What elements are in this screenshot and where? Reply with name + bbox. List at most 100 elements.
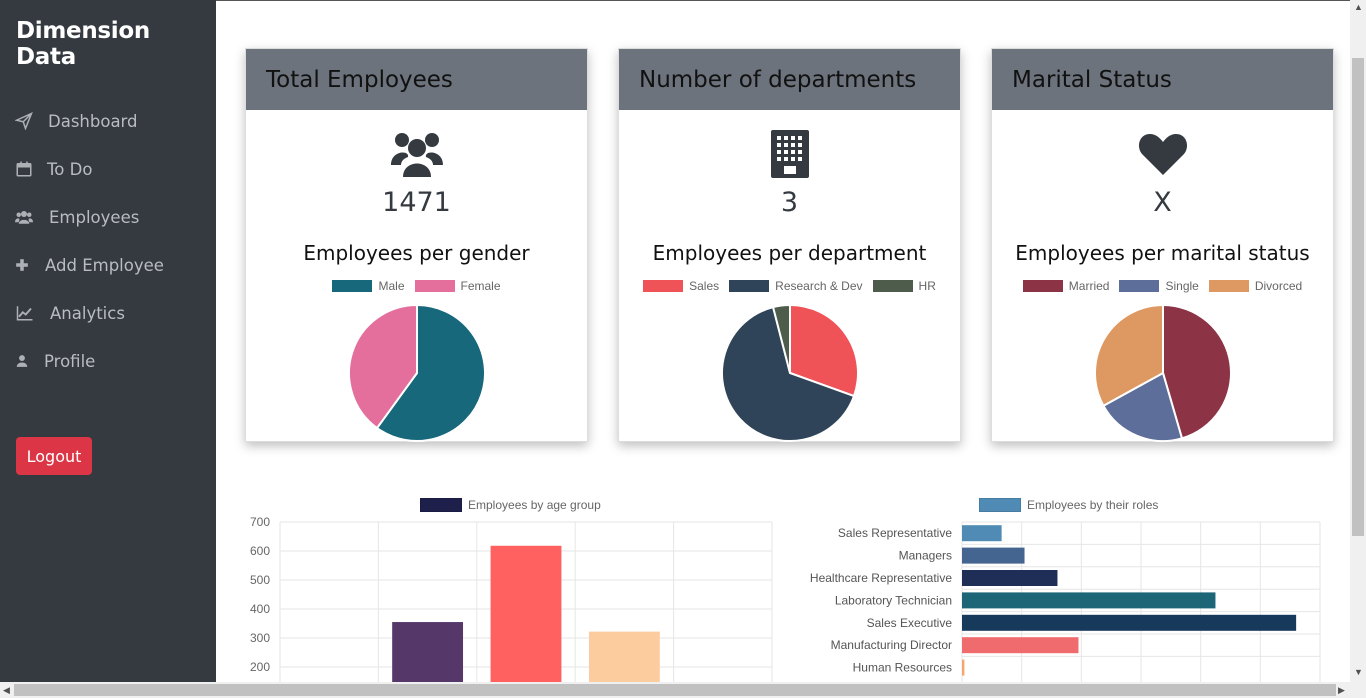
nav-dashboard-label: Dashboard: [48, 111, 138, 131]
nav-employees[interactable]: Employees: [15, 203, 139, 231]
legend-swatch: [729, 280, 770, 292]
brand-title[interactable]: Dimension Data: [16, 18, 216, 70]
bar[interactable]: [588, 631, 660, 682]
legend-label: Sales: [689, 279, 720, 293]
scroll-left-icon[interactable]: ◀: [3, 685, 10, 696]
scroll-down-icon[interactable]: ▼: [1354, 667, 1363, 677]
nav-dashboard[interactable]: Dashboard: [15, 107, 138, 135]
y-tick-label: Sales Executive: [867, 616, 953, 630]
legend-swatch: [1119, 280, 1160, 292]
y-tick-label: Manufacturing Director: [831, 638, 952, 652]
scroll-right-icon[interactable]: ▶: [1338, 685, 1345, 696]
chart-title: Employees per marital status: [1015, 241, 1310, 265]
chart-title: Employees per gender: [303, 241, 530, 265]
y-tick-label: Managers: [899, 549, 952, 563]
vertical-scrollbar-thumb[interactable]: [1352, 58, 1364, 536]
legend-label: Single: [1165, 279, 1199, 293]
bar[interactable]: [962, 525, 1002, 542]
user-icon: [16, 355, 28, 367]
y-tick-label: 300: [250, 631, 270, 645]
legend-label: Female: [460, 279, 501, 293]
bar[interactable]: [962, 570, 1058, 586]
bar[interactable]: [962, 614, 1297, 631]
card-title: Marital Status: [992, 49, 1333, 110]
legend-label: Married: [1068, 279, 1110, 293]
users-icon: [390, 133, 443, 177]
nav-analytics-label: Analytics: [50, 303, 125, 323]
card-marital-status: Marital Status X Employees per marital s…: [991, 48, 1334, 442]
roles-chart-legend[interactable]: Employees by their roles: [979, 498, 1158, 512]
sidebar: Dimension Data Dashboard To Do Employees…: [0, 0, 216, 698]
users-icon: [15, 211, 33, 224]
bar[interactable]: [962, 547, 1025, 564]
nav-todo[interactable]: To Do: [15, 155, 92, 183]
nav-analytics[interactable]: Analytics: [15, 299, 125, 327]
pie-chart-gender: [347, 303, 486, 442]
y-tick-label: 500: [250, 573, 270, 587]
nav-employees-label: Employees: [49, 207, 140, 227]
bar[interactable]: [392, 622, 464, 682]
y-tick-label: 600: [250, 544, 270, 558]
y-tick-label: Laboratory Technician: [835, 593, 952, 607]
building-icon: [770, 130, 809, 178]
age-group-bar-chart: 700 600 500 400 300 200: [250, 515, 773, 682]
departments-value: 3: [780, 187, 799, 218]
nav-add-employee[interactable]: Add Employee: [15, 251, 164, 279]
y-tick-label: 700: [250, 515, 270, 529]
y-tick-label: Human Resources: [853, 661, 952, 675]
legend-label: Employees by their roles: [1027, 498, 1159, 512]
legend-swatch: [643, 280, 684, 292]
legend-label: HR: [918, 279, 936, 293]
legend-swatch: [420, 498, 462, 512]
chart-legend: Sales Research & Dev HR: [619, 279, 960, 293]
card-title: Total Employees: [246, 49, 587, 110]
legend-item[interactable]: Single: [1119, 279, 1199, 293]
bar[interactable]: [490, 545, 562, 682]
legend-item[interactable]: Sales: [643, 279, 719, 293]
legend-item[interactable]: Married: [1022, 279, 1110, 293]
legend-label: Divorced: [1254, 279, 1303, 293]
y-tick-label: Healthcare Representative: [810, 571, 952, 585]
card-total-employees: Total Employees 1471 Employees per gende…: [245, 48, 588, 442]
card-departments: Number of departments 3 Employees per de…: [618, 48, 961, 442]
legend-swatch: [1208, 280, 1249, 292]
y-tick-label: 200: [250, 660, 270, 674]
horizontal-scrollbar-thumb[interactable]: [14, 684, 1336, 696]
nav-todo-label: To Do: [47, 159, 93, 179]
chart-title: Employees per department: [652, 241, 927, 265]
chart-legend: Married Single Divorced: [992, 279, 1333, 293]
heart-icon: [1138, 134, 1187, 175]
line-chart-icon: [16, 306, 33, 321]
card-title: Number of departments: [619, 49, 960, 110]
legend-swatch: [872, 280, 913, 292]
legend-item[interactable]: Male: [332, 279, 405, 293]
calendar-icon: [16, 161, 32, 177]
legend-item[interactable]: Research & Dev: [729, 279, 863, 293]
y-tick-label: 400: [250, 602, 270, 616]
bar[interactable]: [962, 592, 1216, 609]
plus-icon: [16, 259, 28, 271]
nav-profile[interactable]: Profile: [15, 347, 95, 375]
paper-plane-icon: [15, 112, 33, 130]
scroll-up-icon[interactable]: ▲: [1354, 2, 1363, 12]
y-tick-label: Sales Representative: [838, 526, 952, 540]
logout-button[interactable]: Logout: [16, 437, 92, 475]
total-employees-value: 1471: [382, 187, 451, 218]
top-divider: [216, 0, 1350, 1]
age-chart-legend[interactable]: Employees by age group: [420, 498, 601, 512]
roles-bar-chart: Sales Representative Managers Healthcare R…: [810, 521, 1321, 682]
legend-item[interactable]: Divorced: [1208, 279, 1303, 293]
legend-item[interactable]: HR: [872, 279, 936, 293]
nav-profile-label: Profile: [44, 351, 96, 371]
legend-item[interactable]: Female: [414, 279, 501, 293]
legend-swatch: [1022, 280, 1063, 292]
bar[interactable]: [962, 637, 1079, 654]
legend-label: Male: [378, 279, 405, 293]
pie-chart-department: [720, 303, 859, 442]
nav-add-employee-label: Add Employee: [45, 255, 164, 275]
marital-value: X: [1153, 187, 1172, 218]
chart-legend: Male Female: [246, 279, 587, 293]
bar[interactable]: [962, 659, 965, 676]
legend-swatch: [979, 498, 1021, 512]
legend-label: Employees by age group: [468, 498, 601, 512]
